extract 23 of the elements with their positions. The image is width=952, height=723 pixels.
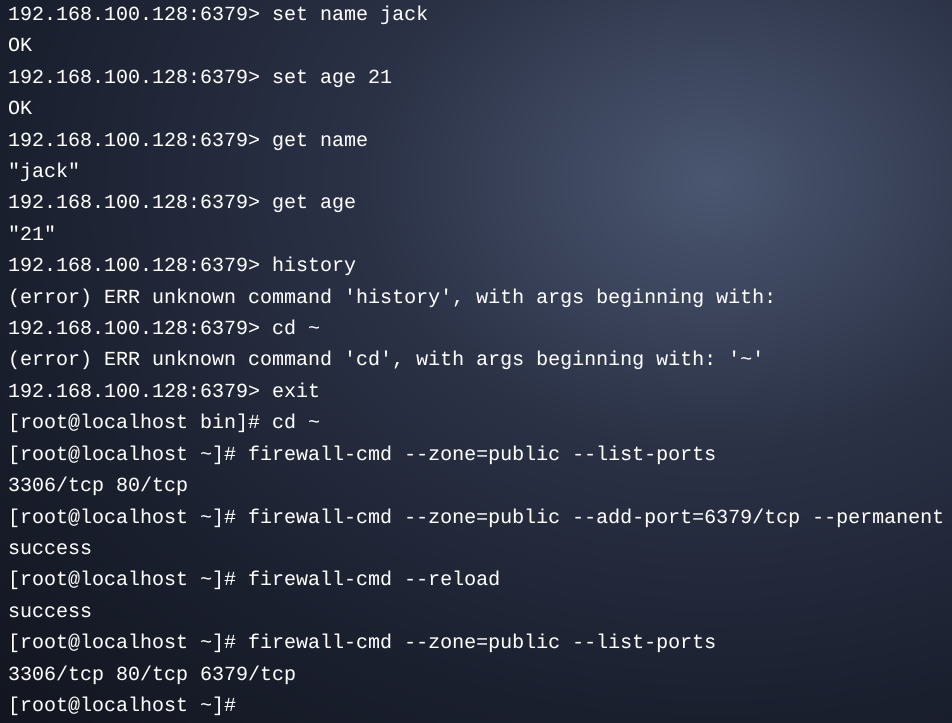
terminal-line: [root@localhost ~]# firewall-cmd --reload — [8, 568, 500, 594]
terminal-line: OK — [8, 97, 32, 124]
terminal-line: 3306/tcp 80/tcp 6379/tcp — [8, 662, 296, 689]
terminal-line: OK — [8, 34, 32, 60]
terminal-line: [root@localhost ~]# firewall-cmd --zone=public --list-ports — [8, 631, 716, 658]
terminal-line: success — [8, 600, 92, 626]
terminal-line: [root@localhost ~]# firewall-cmd --zone=public --add-port=6379/tcp --permanent — [8, 506, 944, 532]
terminal-line: 3306/tcp 80/tcp — [8, 474, 188, 500]
terminal-line: 192.168.100.128:6379> history — [8, 254, 356, 280]
terminal-line: success — [8, 536, 92, 563]
terminal-line: "21" — [8, 222, 56, 249]
terminal-line: (error) ERR unknown command 'cd', with args beginning with: '~' — [8, 348, 764, 374]
terminal-line: [root@localhost ~]# — [8, 694, 236, 720]
terminal-line: 192.168.100.128:6379> set name jack — [8, 3, 428, 29]
terminal-line: (error) ERR unknown command 'history', with args beginning with: — [8, 286, 776, 312]
terminal-line: 192.168.100.128:6379> set age 21 — [8, 66, 392, 92]
terminal-line: [root@localhost ~]# firewall-cmd --zone=public --list-ports — [8, 442, 716, 469]
terminal-line: "jack" — [8, 160, 80, 186]
terminal-line: 192.168.100.128:6379> cd ~ — [8, 317, 320, 344]
terminal-line: 192.168.100.128:6379> get age — [8, 191, 356, 218]
terminal-line: 192.168.100.128:6379> exit — [8, 380, 320, 406]
terminal-line: [root@localhost bin]# cd ~ — [8, 411, 320, 438]
terminal-line: 192.168.100.128:6379> get name — [8, 128, 368, 155]
